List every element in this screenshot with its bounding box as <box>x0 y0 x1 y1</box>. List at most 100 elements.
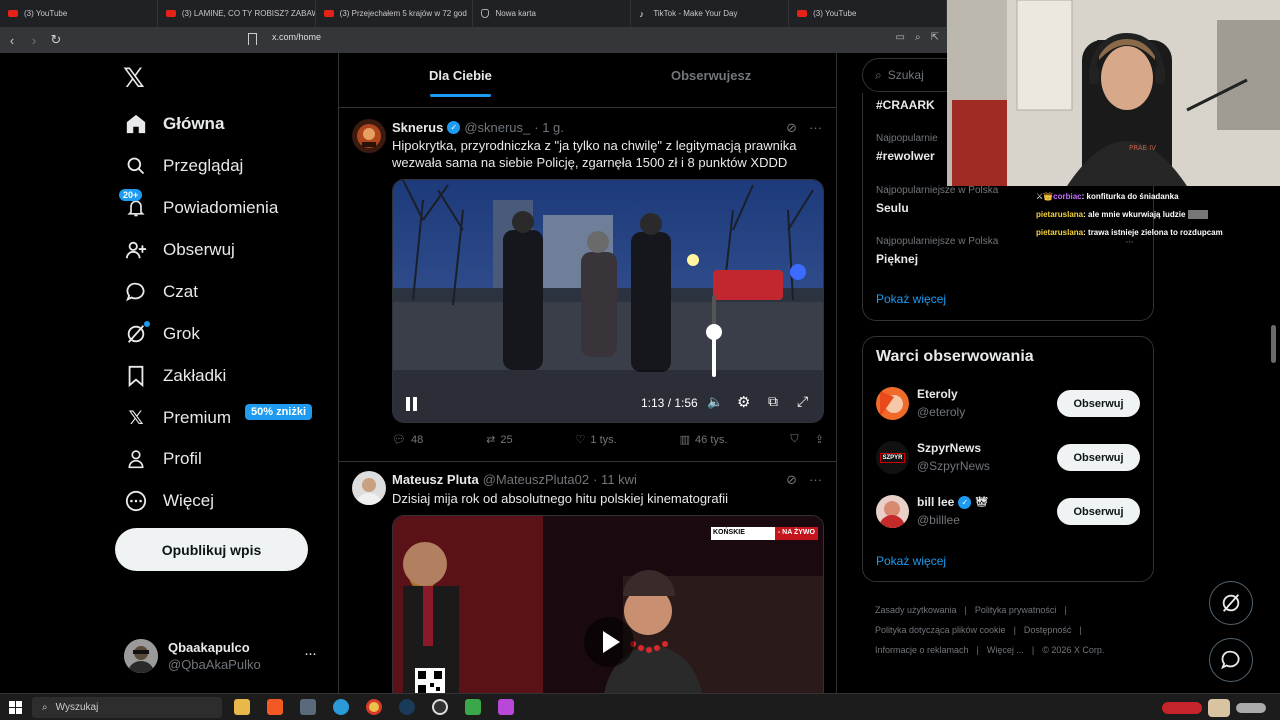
trend-name[interactable]: #CRAARK <box>876 98 935 112</box>
sidebar-item-home[interactable]: Główna <box>124 108 224 140</box>
share-icon[interactable]: ⇱ <box>931 32 939 43</box>
browser-tab[interactable]: (3) YouTube <box>0 0 158 27</box>
author-name[interactable]: Sknerus <box>392 120 443 135</box>
post-button[interactable]: Opublikuj wpis <box>115 528 308 571</box>
post-time[interactable]: · 11 kwi <box>593 472 637 487</box>
trend-name[interactable]: Seulu <box>876 201 909 215</box>
post[interactable]: Sknerus ✓ @sknerus_ · 1 g. ⊘ ··· Hipokry… <box>339 109 836 462</box>
windows-start-icon[interactable] <box>9 701 22 714</box>
avatar[interactable] <box>352 471 386 505</box>
chrome-icon[interactable] <box>366 699 382 715</box>
browser-tab[interactable]: Nowa karta <box>473 0 632 27</box>
sidebar-item-bookmarks[interactable]: Zakładki <box>124 360 226 392</box>
grok-icon[interactable]: ⊘ <box>786 120 797 136</box>
volume-handle[interactable] <box>706 324 722 340</box>
repost-button[interactable]: ⇄ 25 <box>486 433 512 447</box>
trend-name[interactable]: Pięknej <box>876 252 918 266</box>
share-icon[interactable]: ⇪ <box>815 433 824 446</box>
follow-button[interactable]: Obserwuj <box>1057 444 1140 471</box>
tab-following[interactable]: Obserwujesz <box>671 68 751 83</box>
avatar: SZPYR <box>876 441 909 474</box>
tray-icon[interactable] <box>1236 703 1266 713</box>
sidebar-item-profile[interactable]: Profil <box>124 443 202 475</box>
author-handle[interactable]: @sknerus_ <box>464 120 530 135</box>
taskbar-search[interactable]: ⌕ Wyszukaj <box>32 697 222 718</box>
video-player[interactable]: 1:13 / 1:56 🔈 ⚙ ⧉ ⤢ <box>392 179 824 423</box>
show-more-link[interactable]: Pokaż więcej <box>876 554 946 568</box>
follow-button[interactable]: Obserwuj <box>1057 390 1140 417</box>
reload-icon[interactable]: ↻ <box>46 30 66 50</box>
chat-message: ⚔👑corbiac: konfiturka do śniadanka <box>1036 192 1179 201</box>
pause-icon[interactable] <box>405 397 419 413</box>
account-suggestion[interactable]: SZPYR SzpyrNews @SzpyrNews Obserwuj <box>876 441 1142 481</box>
reply-icon: 💬︎ <box>392 434 406 446</box>
more-options-icon[interactable]: ··· <box>809 472 822 488</box>
browser-tab[interactable]: ♪ TikTok - Make Your Day <box>631 0 790 27</box>
sidebar-item-grok[interactable]: Grok <box>124 318 200 350</box>
sidebar-item-more[interactable]: Więcej <box>124 485 214 517</box>
steam-icon[interactable] <box>399 699 415 715</box>
account-suggestion[interactable]: bill lee ✓ 👑︎ @billlee Obserwuj <box>876 495 1142 535</box>
obs-icon[interactable] <box>432 699 448 715</box>
grok-fab[interactable] <box>1209 581 1253 625</box>
sidebar-item-explore[interactable]: Przeglądaj <box>124 150 243 182</box>
file-explorer-icon[interactable] <box>234 699 250 715</box>
brave-browser-icon[interactable] <box>267 699 283 715</box>
video-player[interactable]: KOŃSKIE - NA ŻYWO <box>392 515 824 693</box>
trend-name[interactable]: #rewolwer <box>876 149 935 163</box>
post-time[interactable]: · 1 g. <box>534 120 564 135</box>
chat-badges-icon: ⚔👑 <box>1036 192 1054 201</box>
footer-link[interactable]: Polityka prywatności <box>975 605 1057 615</box>
bookmark-icon[interactable]: ⛉ <box>790 433 798 446</box>
settings-icon[interactable]: ⚙ <box>737 393 750 411</box>
volume-icon[interactable]: 🔈 <box>707 394 723 410</box>
grok-icon[interactable]: ⊘ <box>786 472 797 488</box>
sidebar-item-follow[interactable]: Obserwuj <box>124 234 235 266</box>
bookmark-icon[interactable] <box>248 33 257 45</box>
post-actions: 💬︎ 48 ⇄ 25 ♡ 1 tys. ▥ 46 tys. ⛉ ⇪ <box>392 433 824 446</box>
author-handle[interactable]: @MateuszPluta02 <box>483 472 589 487</box>
tab-for-you[interactable]: Dla Ciebie <box>429 68 492 83</box>
post[interactable]: Mateusz Pluta @MateuszPluta02 · 11 kwi ⊘… <box>339 463 836 693</box>
follow-button[interactable]: Obserwuj <box>1057 498 1140 525</box>
more-options-icon[interactable]: ··· <box>304 645 317 662</box>
app-icon[interactable] <box>300 699 316 715</box>
fullscreen-icon[interactable]: ⤢ <box>797 393 808 410</box>
app-icon[interactable] <box>498 699 514 715</box>
footer-link[interactable]: Zasady użytkowania <box>875 605 957 615</box>
account-switcher[interactable]: Qbaakapulco @QbaAkaPulko ··· <box>124 639 324 675</box>
footer-link[interactable]: Dostępność <box>1024 625 1072 635</box>
avatar[interactable] <box>352 119 386 153</box>
footer-link[interactable]: Informacje o reklamach <box>875 645 969 655</box>
page-scrollbar[interactable] <box>1271 325 1276 363</box>
bookmark-icon <box>124 364 148 388</box>
avatar <box>124 639 158 673</box>
reply-button[interactable]: 💬︎ 48 <box>392 433 423 447</box>
back-icon[interactable]: ‹ <box>2 30 22 50</box>
edge-icon[interactable] <box>333 699 349 715</box>
cast-icon[interactable]: ▭ <box>896 32 905 43</box>
sidebar-item-chat[interactable]: Czat <box>124 276 198 308</box>
views-button[interactable]: ▥ 46 tys. <box>680 433 728 447</box>
forward-icon[interactable]: › <box>24 30 44 50</box>
zoom-icon[interactable]: ⌕ <box>915 32 921 43</box>
x-logo[interactable]: 𝕏 <box>123 63 145 94</box>
footer-link[interactable]: Więcej ... <box>987 645 1024 655</box>
messages-fab[interactable] <box>1209 638 1253 682</box>
sidebar-item-notifications[interactable]: 20+ Powiadomienia <box>119 189 278 224</box>
url-field[interactable]: x.com/home <box>272 32 321 42</box>
browser-tab[interactable]: (3) LAMINE, CO TY ROBISZ? ZABAW <box>158 0 316 27</box>
sidebar-item-premium[interactable]: 𝕏 Premium 50% zniżki <box>124 402 313 434</box>
like-button[interactable]: ♡ 1 tys. <box>576 433 617 447</box>
more-options-icon[interactable]: ··· <box>809 120 822 136</box>
author-name[interactable]: Mateusz Pluta <box>392 472 479 487</box>
footer-link[interactable]: Polityka dotycząca plików cookie <box>875 625 1006 635</box>
browser-tab[interactable]: (3) Przejechałem 5 krajów w 72 god <box>316 0 474 27</box>
browser-tab[interactable]: (3) YouTube <box>789 0 947 27</box>
red-tray-icon[interactable] <box>1162 702 1202 714</box>
pip-icon[interactable]: ⧉ <box>768 393 778 410</box>
show-more-link[interactable]: Pokaż więcej <box>876 292 946 306</box>
play-button[interactable] <box>584 617 634 667</box>
play-app-icon[interactable] <box>465 699 481 715</box>
account-suggestion[interactable]: Eteroly @eteroly Obserwuj <box>876 387 1142 427</box>
